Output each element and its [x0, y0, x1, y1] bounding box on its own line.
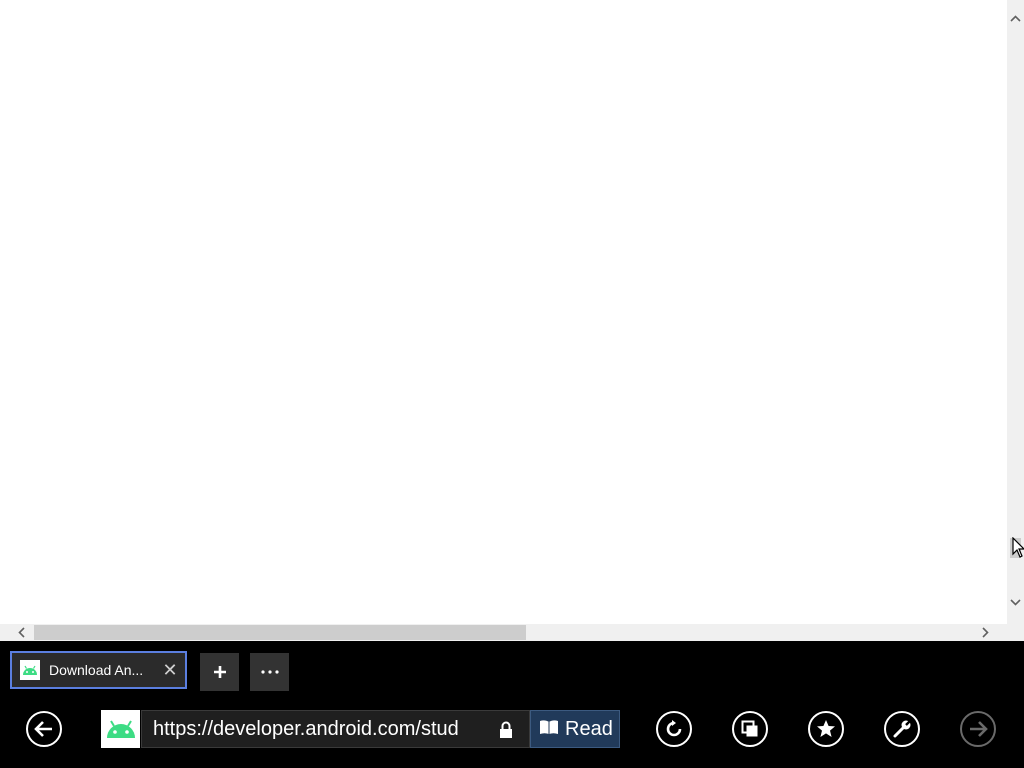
scroll-down-icon[interactable]	[1007, 594, 1024, 611]
browser-tab[interactable]: Download An... ✕	[10, 651, 187, 689]
address-bar[interactable]: https://developer.android.com/stud	[141, 710, 530, 748]
page-tools-button[interactable]	[884, 711, 920, 747]
ellipsis-icon	[260, 670, 279, 674]
web-content-area	[0, 0, 1007, 624]
tabs-button[interactable]	[732, 711, 768, 747]
site-favicon	[101, 710, 140, 748]
url-text[interactable]: https://developer.android.com/stud	[153, 718, 459, 741]
android-icon	[20, 660, 40, 680]
forward-button[interactable]	[960, 711, 996, 747]
favorites-icon	[817, 720, 835, 737]
scroll-right-icon[interactable]	[977, 624, 994, 641]
mouse-cursor-icon	[1012, 536, 1024, 559]
tab-title: Download An...	[49, 662, 144, 678]
vertical-scrollbar[interactable]	[1007, 0, 1024, 624]
back-button[interactable]	[26, 711, 62, 747]
refresh-icon	[666, 720, 682, 737]
tabs-icon	[741, 720, 758, 737]
tab-options-button[interactable]	[250, 653, 289, 691]
plus-icon	[213, 666, 226, 678]
book-icon	[539, 718, 559, 741]
new-tab-button[interactable]	[200, 653, 239, 691]
scroll-up-icon[interactable]	[1007, 10, 1024, 27]
reading-view-label: Read	[565, 717, 613, 740]
forward-icon	[970, 721, 988, 737]
reading-view-button[interactable]: Read	[530, 710, 620, 748]
browser-app-bar: Download An... ✕ https://developer.andro…	[0, 641, 1024, 768]
refresh-button[interactable]	[656, 711, 692, 747]
back-icon	[34, 721, 52, 737]
favorites-button[interactable]	[808, 711, 844, 747]
tab-close-icon[interactable]: ✕	[161, 661, 179, 679]
lock-icon[interactable]	[499, 721, 513, 745]
scroll-left-icon[interactable]	[13, 624, 30, 641]
tools-icon	[893, 720, 911, 738]
android-icon	[106, 720, 135, 738]
horizontal-scroll-thumb[interactable]	[34, 625, 526, 640]
horizontal-scrollbar[interactable]	[0, 624, 1024, 641]
